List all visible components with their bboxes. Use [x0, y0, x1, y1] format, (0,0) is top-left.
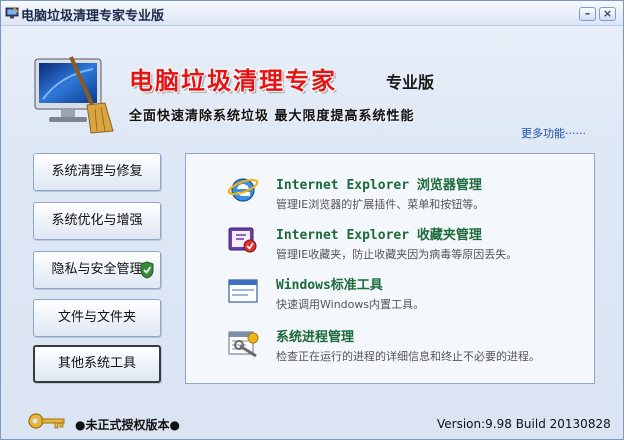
license-status: ●未正式授权版本● [75, 418, 180, 432]
minimize-button[interactable]: – [579, 7, 596, 21]
window-icon[interactable] [226, 274, 260, 308]
close-button[interactable]: × [599, 7, 616, 21]
nav-label: 隐私与安全管理 [51, 262, 143, 277]
title-bar: 电脑垃圾清理专家专业版 – × [1, 1, 623, 26]
banner-edition: 专业版 [386, 73, 435, 92]
favorites-manager-title[interactable]: Internet Explorer 收藏夹管理 [276, 224, 482, 243]
nav-label: 文件与文件夹 [57, 310, 136, 325]
shield-icon [140, 261, 154, 279]
nav-system-cleanup-button[interactable]: 系统清理与修复 [33, 153, 161, 191]
nav-label: 其他系统工具 [57, 356, 136, 371]
nav-files-folders-button[interactable]: 文件与文件夹 [33, 299, 161, 337]
process-manager-desc: 检查正在运行的进程的详细信息和终止不必要的进程。 [276, 350, 540, 363]
ie-manager-title[interactable]: Internet Explorer 浏览器管理 [276, 174, 482, 193]
favorites-icon[interactable] [226, 222, 260, 256]
app-icon [5, 6, 19, 19]
monitor-broom-icon [34, 56, 114, 134]
windows-tools-title[interactable]: Windows标准工具 [276, 274, 383, 293]
ie-manager-desc: 管理IE浏览器的扩展插件、菜单和按钮等。 [276, 198, 485, 211]
process-manager-title[interactable]: 系统进程管理 [276, 326, 354, 345]
banner-slogan: 全面快速清除系统垃圾 最大限度提高系统性能 [129, 109, 415, 124]
ie-icon[interactable] [226, 172, 260, 206]
process-icon[interactable] [226, 326, 260, 360]
window-title: 电脑垃圾清理专家专业版 [21, 9, 165, 24]
nav-system-optimize-button[interactable]: 系统优化与增强 [33, 202, 161, 240]
nav-other-tools-button[interactable]: 其他系统工具 [33, 345, 161, 383]
version-label: Version:9.98 Build 20130828 [437, 417, 611, 431]
windows-tools-desc: 快速调用Windows内置工具。 [276, 298, 425, 311]
nav-privacy-security-button[interactable]: 隐私与安全管理 [33, 251, 161, 289]
favorites-manager-desc: 管理IE收藏夹，防止收藏夹因为病毒等原因丢失。 [276, 248, 518, 261]
key-icon[interactable] [27, 409, 67, 433]
banner-title: 电脑垃圾清理专家 [129, 66, 337, 95]
more-features-link[interactable]: 更多功能······ [521, 125, 586, 141]
nav-label: 系统清理与修复 [51, 164, 143, 179]
main-window: 电脑垃圾清理专家专业版 – × 电脑垃圾清理专家 专业版 全面快速清除系统垃圾 … [0, 0, 624, 440]
nav-label: 系统优化与增强 [51, 213, 143, 228]
tools-panel: Internet Explorer 浏览器管理 管理IE浏览器的扩展插件、菜单和… [185, 153, 595, 384]
